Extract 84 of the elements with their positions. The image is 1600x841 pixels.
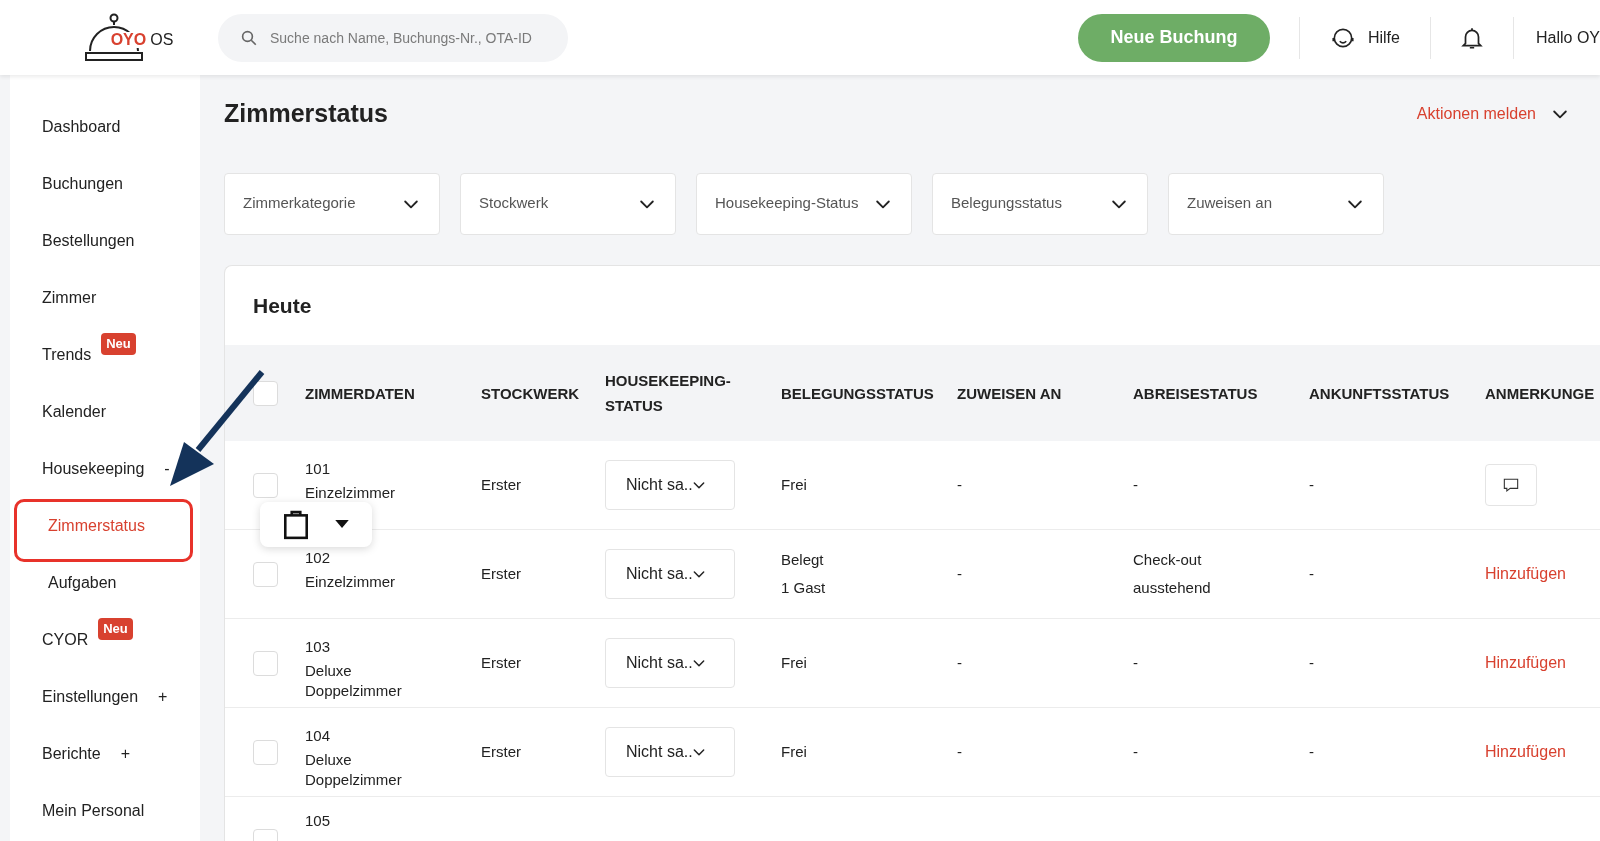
greeting-text[interactable]: Hallo OY xyxy=(1535,25,1600,50)
table-cell-text: - xyxy=(1133,742,1139,762)
column-header: ANKUNFTSSTATUS xyxy=(1309,383,1451,404)
checkbox[interactable] xyxy=(253,650,278,676)
status-dropdown[interactable]: Nicht sa.. xyxy=(605,638,735,688)
table-cell-text: Frei xyxy=(781,475,808,495)
add-note-link[interactable]: Hinzufügen xyxy=(1485,565,1566,582)
expand-toggle[interactable]: + xyxy=(120,742,131,766)
sidebar-item[interactable]: Mein Personal xyxy=(42,799,145,823)
status-dropdown[interactable]: Nicht sa.. xyxy=(605,460,735,510)
new-badge: Neu xyxy=(98,618,133,640)
sidebar-item[interactable]: Aufgaben xyxy=(48,571,117,595)
table-cell: - xyxy=(1309,564,1314,582)
table-cell: - xyxy=(957,564,962,582)
filter-dropdown[interactable]: Zuweisen an xyxy=(1168,172,1384,235)
table-cell-text: - xyxy=(1133,475,1139,495)
table-cell-text: Frei xyxy=(781,742,808,762)
column-header: HOUSEKEEPING-STATUS xyxy=(605,371,732,416)
sidebar-item[interactable]: Buchungen xyxy=(42,172,123,196)
sidebar-item[interactable]: Berichte xyxy=(42,742,101,766)
filter-dropdown[interactable]: Zimmerkategorie xyxy=(224,172,440,235)
checkbox[interactable] xyxy=(253,739,278,765)
caret-icon[interactable] xyxy=(335,520,349,529)
table-cell: Erster xyxy=(481,742,521,760)
filter-dropdown[interactable]: Housekeeping-Status xyxy=(696,172,912,235)
column-header: ZUWEISEN AN xyxy=(957,383,1063,404)
search-field[interactable]: Suche nach Name, Buchungs-Nr., OTA-ID xyxy=(218,13,568,62)
column-header: ZIMMERDATEN xyxy=(305,383,416,404)
help-button[interactable]: Hilfe xyxy=(1299,24,1430,51)
report-actions-button[interactable]: Aktionen melden xyxy=(1416,101,1570,126)
sidebar-item[interactable]: Dashboard xyxy=(42,115,121,139)
column-header: STOCKWERK xyxy=(481,383,581,404)
table-cell: - xyxy=(957,653,962,671)
room-type: Deluxe Doppelzimmer xyxy=(305,750,403,790)
sidebar-item[interactable]: Housekeeping xyxy=(42,457,145,481)
table-cell: - xyxy=(1309,653,1314,671)
comment-button[interactable] xyxy=(1485,464,1537,506)
sidebar-item[interactable]: Zimmer xyxy=(42,286,97,310)
table-cell: - xyxy=(957,475,962,493)
room-type: Einzelzimmer xyxy=(305,483,396,503)
add-note-link[interactable]: Hinzufügen xyxy=(1485,654,1566,671)
room-number: 104 xyxy=(305,726,332,746)
logo-text: OYO OS xyxy=(108,31,176,48)
table-title: Heute xyxy=(252,292,313,319)
filter-dropdown[interactable]: Belegungsstatus xyxy=(932,172,1148,235)
new-badge: Neu xyxy=(101,333,136,355)
checkbox[interactable] xyxy=(253,380,278,406)
checkbox[interactable] xyxy=(253,472,278,498)
table-cell: Erster xyxy=(481,475,521,493)
cloche-icon xyxy=(82,12,145,63)
sidebar-item[interactable]: Trends xyxy=(42,343,92,367)
table-cell: Erster xyxy=(481,653,521,671)
room-type: Einzelzimmer xyxy=(305,572,396,592)
expand-toggle[interactable]: + xyxy=(158,685,168,709)
table-cell-text: Frei xyxy=(781,653,808,673)
sidebar-item[interactable]: Zimmerstatus xyxy=(48,514,145,538)
table-cell: - xyxy=(1309,475,1314,493)
column-header: BELEGUNGSSTATUS xyxy=(781,383,935,404)
table-cell-text: Belegt 1 Gast xyxy=(781,550,827,598)
room-number: 101 xyxy=(305,459,332,479)
expand-toggle[interactable]: - xyxy=(164,457,170,481)
table-cell: - xyxy=(957,742,962,760)
status-dropdown[interactable]: Nicht sa.. xyxy=(605,549,735,599)
column-header: ABREISESTATUS xyxy=(1133,383,1259,404)
add-note-link[interactable]: Hinzufügen xyxy=(1485,743,1566,760)
sidebar-item[interactable]: Bestellungen xyxy=(42,229,135,253)
table-cell: Erster xyxy=(481,564,521,582)
room-number: 103 xyxy=(305,637,332,657)
room-number: 105 xyxy=(305,811,332,831)
table-cell-text: - xyxy=(1133,653,1139,673)
sidebar-item[interactable]: CYOR xyxy=(42,628,89,652)
table-cell: - xyxy=(1309,742,1314,760)
filter-dropdown[interactable]: Stockwerk xyxy=(460,172,676,235)
room-number: 102 xyxy=(305,548,332,568)
checkbox[interactable] xyxy=(253,561,278,587)
search-icon xyxy=(240,28,258,47)
table-cell-text: Check-out ausstehend xyxy=(1133,550,1212,598)
page-title: Zimmerstatus xyxy=(224,98,388,129)
sidebar-item[interactable]: Einstellungen xyxy=(42,685,139,709)
room-type: Deluxe Doppelzimmer xyxy=(305,661,403,701)
status-dropdown[interactable]: Nicht sa.. xyxy=(605,727,735,777)
clipboard-icon[interactable] xyxy=(283,509,309,540)
sidebar-item[interactable]: Kalender xyxy=(42,400,107,424)
column-header: ANMERKUNGE xyxy=(1485,383,1596,404)
